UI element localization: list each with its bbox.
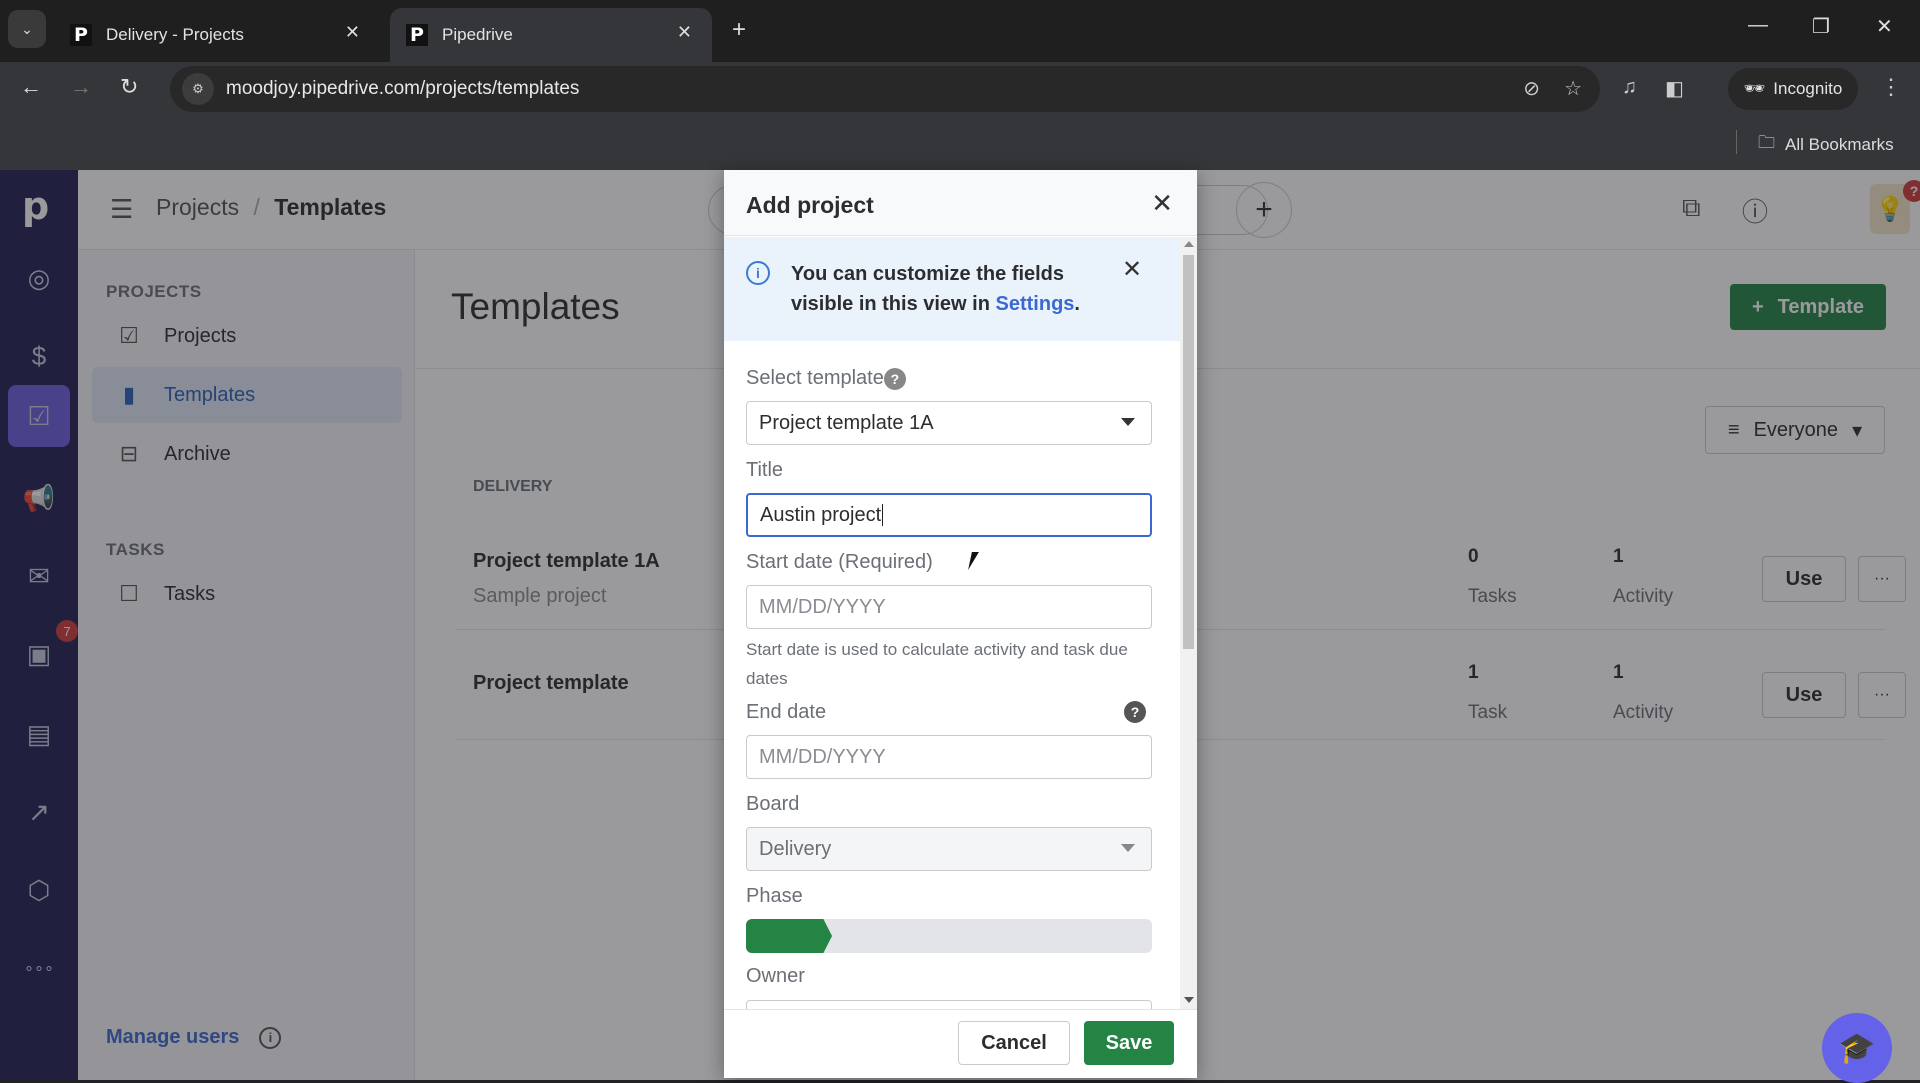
phase-step[interactable] xyxy=(1066,919,1152,953)
board-value: Delivery xyxy=(759,837,832,860)
all-bookmarks-button[interactable]: 🗀 All Bookmarks xyxy=(1758,130,1894,159)
caret-down-icon xyxy=(1121,844,1135,852)
end-date-input[interactable]: MM/DD/YYYY xyxy=(746,735,1152,779)
add-project-modal: Add project ✕ i You can customize the fi… xyxy=(724,170,1197,1078)
minimize-button[interactable]: — xyxy=(1748,14,1768,37)
back-button[interactable]: ← xyxy=(20,74,42,100)
phase-selector xyxy=(746,919,1152,953)
owner-label: Owner xyxy=(746,965,805,987)
select-template-label: Select template? xyxy=(746,367,906,390)
settings-link[interactable]: Settings xyxy=(996,293,1075,315)
end-date-label: End date? xyxy=(746,701,1152,724)
close-tab-icon[interactable]: ✕ xyxy=(345,22,360,43)
scroll-down-arrow-icon[interactable] xyxy=(1184,997,1194,1003)
restore-button[interactable]: ❐ xyxy=(1812,14,1830,39)
banner-suffix: . xyxy=(1074,293,1080,315)
owner-field-clip xyxy=(724,999,1180,1009)
address-bar[interactable]: ⚙ moodjoy.pipedrive.com/projects/templat… xyxy=(170,66,1600,112)
phase-step[interactable] xyxy=(746,919,832,953)
new-tab-button[interactable]: + xyxy=(732,16,746,44)
tab-title: Pipedrive xyxy=(442,25,513,44)
modal-header: Add project ✕ xyxy=(724,170,1197,236)
bookmark-star-icon[interactable]: ☆ xyxy=(1564,76,1582,101)
tab-strip: ⌄ P Delivery - Projects ✕ P Pipedrive ✕ … xyxy=(0,0,1920,62)
address-row: ← → ↻ ⚙ moodjoy.pipedrive.com/projects/t… xyxy=(0,62,1920,116)
incognito-indicator[interactable]: 🕶 Incognito xyxy=(1728,68,1858,110)
info-icon: i xyxy=(746,261,770,285)
side-panel-icon[interactable]: ◧ xyxy=(1665,76,1684,101)
incognito-icon: 🕶 xyxy=(1743,79,1766,98)
cancel-button[interactable]: Cancel xyxy=(958,1021,1070,1065)
media-control-icon[interactable]: ♫ xyxy=(1622,76,1637,101)
modal-scrollbar[interactable] xyxy=(1180,237,1197,1009)
scroll-up-arrow-icon[interactable] xyxy=(1184,241,1194,247)
site-info-icon[interactable]: ⚙ xyxy=(182,73,214,105)
phase-label: Phase xyxy=(746,885,803,907)
modal-title: Add project xyxy=(746,192,874,218)
help-icon[interactable]: ? xyxy=(1124,701,1146,723)
title-input-value: Austin project xyxy=(760,503,882,526)
phase-step[interactable] xyxy=(986,919,1072,953)
help-icon[interactable]: ? xyxy=(883,367,906,390)
modal-body: i You can customize the fields visible i… xyxy=(724,237,1180,1009)
tab-pipedrive[interactable]: P Pipedrive ✕ xyxy=(390,8,712,62)
dismiss-banner-icon[interactable]: ✕ xyxy=(1122,255,1142,284)
board-label: Board xyxy=(746,793,800,815)
text-caret xyxy=(882,504,884,526)
browser-chrome: ⌄ P Delivery - Projects ✕ P Pipedrive ✕ … xyxy=(0,0,1920,170)
scrollbar-thumb[interactable] xyxy=(1183,255,1194,649)
tab-delivery-projects[interactable]: P Delivery - Projects ✕ xyxy=(60,8,380,62)
owner-dropdown[interactable] xyxy=(746,1000,1152,1009)
tab-title: Delivery - Projects xyxy=(106,25,244,44)
title-input[interactable]: Austin project xyxy=(746,493,1152,537)
bookmarks-bar: 🗀 All Bookmarks xyxy=(0,116,1920,170)
label-text: Select template xyxy=(746,367,884,389)
close-modal-icon[interactable]: ✕ xyxy=(1151,188,1173,219)
phase-step[interactable] xyxy=(906,919,992,953)
academy-graduation-cap-icon[interactable]: 🎓 xyxy=(1822,1013,1892,1083)
banner-text: You can customize the fields visible in … xyxy=(791,259,1101,319)
board-dropdown[interactable]: Delivery xyxy=(746,827,1152,871)
browser-menu-icon[interactable]: ⋮ xyxy=(1880,74,1902,100)
folder-icon: 🗀 xyxy=(1758,133,1775,152)
selected-template-value: Project template 1A xyxy=(759,411,934,434)
close-window-button[interactable]: ✕ xyxy=(1876,14,1893,39)
tab-search-button[interactable]: ⌄ xyxy=(8,10,46,48)
customize-fields-banner: i You can customize the fields visible i… xyxy=(724,237,1180,341)
forward-button[interactable]: → xyxy=(70,74,92,100)
start-date-label: Start date (Required) xyxy=(746,551,933,573)
start-date-input[interactable]: MM/DD/YYYY xyxy=(746,585,1152,629)
pipedrive-favicon-icon: P xyxy=(70,24,92,46)
title-label: Title xyxy=(746,459,784,481)
pipedrive-favicon-icon: P xyxy=(406,24,428,46)
reload-button[interactable]: ↻ xyxy=(120,74,138,100)
start-date-hint: Start date is used to calculate activity… xyxy=(746,640,1128,688)
modal-footer: Cancel Save xyxy=(724,1009,1197,1078)
close-tab-icon[interactable]: ✕ xyxy=(677,22,692,43)
url-text[interactable]: moodjoy.pipedrive.com/projects/templates xyxy=(226,78,579,100)
save-button[interactable]: Save xyxy=(1084,1021,1174,1065)
label-text: End date xyxy=(746,701,827,723)
all-bookmarks-label: All Bookmarks xyxy=(1785,134,1894,154)
caret-down-icon xyxy=(1121,418,1135,426)
divider xyxy=(1736,130,1737,154)
select-template-dropdown[interactable]: Project template 1A xyxy=(746,401,1152,445)
phase-step[interactable] xyxy=(826,919,912,953)
eye-off-icon[interactable]: ⊘ xyxy=(1523,76,1540,101)
incognito-label: Incognito xyxy=(1773,79,1843,98)
